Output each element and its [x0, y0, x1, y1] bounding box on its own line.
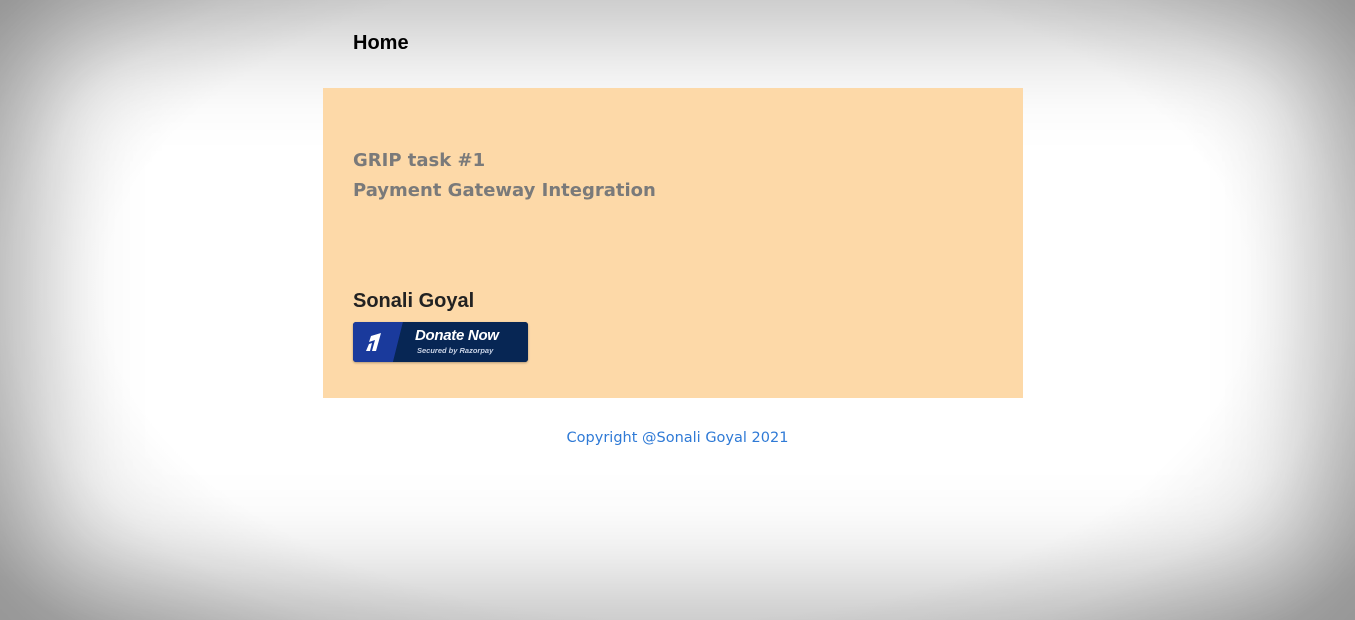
razorpay-logo-icon: [366, 333, 381, 351]
nav-home-link[interactable]: Home: [353, 32, 409, 55]
content-card: GRIP task #1 Payment Gateway Integration…: [323, 88, 1023, 398]
heading-line-title: Payment Gateway Integration: [353, 180, 656, 201]
donate-button-label: Donate Now: [415, 327, 499, 344]
author-name: Sonali Goyal: [353, 290, 475, 312]
donate-now-button[interactable]: Donate Now Secured by Razorpay: [353, 322, 528, 362]
donate-button-sublabel: Secured by Razorpay: [417, 346, 494, 355]
footer: Copyright @Sonali Goyal 2021: [0, 430, 1355, 446]
heading-line-task: GRIP task #1: [353, 150, 486, 171]
card-heading: GRIP task #1 Payment Gateway Integration: [353, 146, 656, 206]
copyright-text: Copyright @Sonali Goyal 2021: [566, 430, 789, 446]
